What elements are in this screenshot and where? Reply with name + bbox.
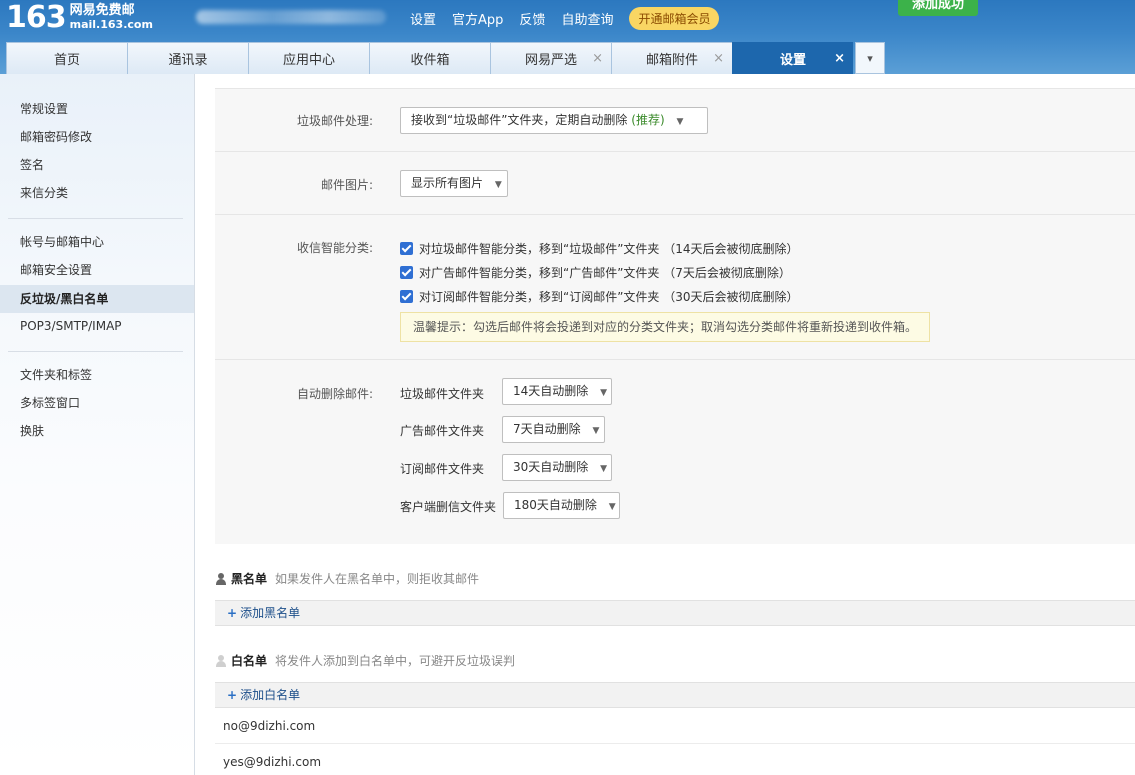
autodelete-section: 自动删除邮件: 垃圾邮件文件夹 14天自动删除 ▼ 广告邮件文件夹 7天自动删除… [215, 359, 1135, 544]
tab-attachments[interactable]: 邮箱附件 × [611, 42, 732, 74]
top-link-selfhelp[interactable]: 自助查询 [561, 9, 613, 28]
whitelist-desc: 将发件人添加到白名单中，可避开反垃圾误判 [275, 654, 516, 668]
whitelist-title: 白名单 [231, 654, 268, 668]
tab-bar: 首页 通讯录 应用中心 收件箱 网易严选 × 邮箱附件 × 设置 × ▾ [6, 42, 885, 74]
chevron-down-icon: ▾ [867, 51, 873, 65]
whitelist-row[interactable]: no@9dizhi.com [215, 708, 1135, 744]
success-toast: 添加成功 [898, 0, 978, 16]
close-icon[interactable]: × [834, 51, 845, 66]
spam-section: 垃圾邮件处理: 接收到“垃圾邮件”文件夹，定期自动删除 (推荐) ▼ [215, 88, 1135, 151]
chevron-down-icon: ▼ [494, 180, 502, 190]
autodelete-spam-select[interactable]: 14天自动删除 ▼ [502, 378, 612, 405]
user-icon [215, 654, 227, 667]
add-blacklist-button[interactable]: + 添加黑名单 [215, 600, 1135, 626]
recommend-tag: (推荐) [631, 113, 665, 127]
chevron-down-icon: ▼ [676, 117, 684, 127]
checkbox-checked-icon[interactable] [400, 266, 413, 279]
chevron-down-icon: ▼ [592, 426, 600, 436]
logo-line2: mail.163.com [69, 18, 153, 31]
autodelete-folder-ads: 广告邮件文件夹 [400, 424, 485, 438]
chevron-down-icon: ▼ [608, 502, 616, 512]
sidebar-item-pop3[interactable]: POP3/SMTP/IMAP [0, 312, 194, 340]
tab-inbox[interactable]: 收件箱 [369, 42, 490, 74]
smart-option-subscription[interactable]: 对订阅邮件智能分类，移到“订阅邮件”文件夹 （30天后会被彻底删除） [400, 288, 799, 305]
images-label: 邮件图片: [320, 178, 373, 192]
close-icon[interactable]: × [592, 51, 603, 66]
sidebar-item-account[interactable]: 帐号与邮箱中心 [0, 228, 194, 256]
mail-logo[interactable]: 163 网易免费邮 mail.163.com [6, 0, 153, 36]
plus-icon: + [227, 606, 238, 620]
top-link-app[interactable]: 官方App [452, 9, 503, 28]
sidebar-item-skin[interactable]: 换肤 [0, 417, 194, 445]
tab-home[interactable]: 首页 [6, 42, 127, 74]
logo-number: 163 [6, 0, 67, 35]
tab-more-button[interactable]: ▾ [855, 42, 885, 74]
whitelist-header: 白名单 将发件人添加到白名单中，可避开反垃圾误判 [215, 652, 515, 669]
top-links: 设置 官方App 反馈 自助查询 开通邮箱会员 [410, 7, 735, 30]
tab-apps[interactable]: 应用中心 [248, 42, 369, 74]
vip-button[interactable]: 开通邮箱会员 [629, 7, 720, 30]
autodelete-folder-spam: 垃圾邮件文件夹 [400, 387, 485, 401]
blacklist-header: 黑名单 如果发件人在黑名单中，则拒收其邮件 [215, 570, 479, 587]
autodelete-subscription-select[interactable]: 30天自动删除 ▼ [502, 454, 612, 481]
add-whitelist-button[interactable]: + 添加白名单 [215, 682, 1135, 708]
user-icon [215, 572, 227, 585]
chevron-down-icon: ▼ [600, 464, 608, 474]
blurred-username [196, 10, 386, 24]
checkbox-checked-icon[interactable] [400, 290, 413, 303]
sidebar-item-security[interactable]: 邮箱安全设置 [0, 256, 194, 284]
autodelete-label: 自动删除邮件: [296, 387, 373, 401]
sidebar-divider [8, 218, 183, 219]
sidebar-item-password[interactable]: 邮箱密码修改 [0, 123, 194, 151]
sidebar-item-general[interactable]: 常规设置 [0, 95, 194, 123]
sidebar-item-filters[interactable]: 来信分类 [0, 179, 194, 207]
smart-option-ads[interactable]: 对广告邮件智能分类，移到“广告邮件”文件夹 （7天后会被彻底删除） [400, 264, 791, 281]
tab-contacts[interactable]: 通讯录 [127, 42, 248, 74]
sidebar-item-antispam[interactable]: 反垃圾/黑白名单 [0, 285, 194, 313]
smart-option-spam[interactable]: 对垃圾邮件智能分类，移到“垃圾邮件”文件夹 （14天后会被彻底删除） [400, 240, 799, 257]
spam-label: 垃圾邮件处理: [296, 114, 373, 128]
images-section: 邮件图片: 显示所有图片 ▼ [215, 151, 1135, 214]
close-icon[interactable]: × [713, 51, 724, 66]
blacklist-desc: 如果发件人在黑名单中，则拒收其邮件 [275, 572, 480, 586]
chevron-down-icon: ▼ [600, 388, 608, 398]
sidebar-item-multitab[interactable]: 多标签窗口 [0, 389, 194, 417]
smart-label: 收信智能分类: [296, 241, 373, 255]
smart-tip: 温馨提示：勾选后邮件将会投递到对应的分类文件夹；取消勾选分类邮件将重新投递到收件… [400, 312, 930, 342]
tab-settings[interactable]: 设置 × [732, 42, 853, 74]
spam-handling-select[interactable]: 接收到“垃圾邮件”文件夹，定期自动删除 (推荐) ▼ [400, 107, 708, 134]
sidebar-divider [8, 351, 183, 352]
tab-yanxuan[interactable]: 网易严选 × [490, 42, 611, 74]
settings-sidebar: 常规设置 邮箱密码修改 签名 来信分类 帐号与邮箱中心 邮箱安全设置 反垃圾/黑… [0, 74, 195, 775]
checkbox-checked-icon[interactable] [400, 242, 413, 255]
sidebar-item-folders[interactable]: 文件夹和标签 [0, 361, 194, 389]
blacklist-title: 黑名单 [231, 572, 268, 586]
top-link-settings[interactable]: 设置 [410, 9, 436, 28]
autodelete-folder-subscription: 订阅邮件文件夹 [400, 462, 485, 476]
autodelete-client-select[interactable]: 180天自动删除 ▼ [503, 492, 620, 519]
smart-classify-section: 收信智能分类: 对垃圾邮件智能分类，移到“垃圾邮件”文件夹 （14天后会被彻底删… [215, 214, 1135, 359]
sidebar-item-signature[interactable]: 签名 [0, 151, 194, 179]
images-select[interactable]: 显示所有图片 ▼ [400, 170, 508, 197]
top-link-feedback[interactable]: 反馈 [519, 9, 545, 28]
plus-icon: + [227, 688, 238, 702]
whitelist-row[interactable]: yes@9dizhi.com [215, 744, 1135, 775]
autodelete-ads-select[interactable]: 7天自动删除 ▼ [502, 416, 605, 443]
settings-content: 垃圾邮件处理: 接收到“垃圾邮件”文件夹，定期自动删除 (推荐) ▼ 邮件图片:… [215, 88, 1135, 775]
logo-line1: 网易免费邮 [69, 3, 135, 18]
autodelete-folder-client: 客户端删信文件夹 [400, 500, 497, 514]
